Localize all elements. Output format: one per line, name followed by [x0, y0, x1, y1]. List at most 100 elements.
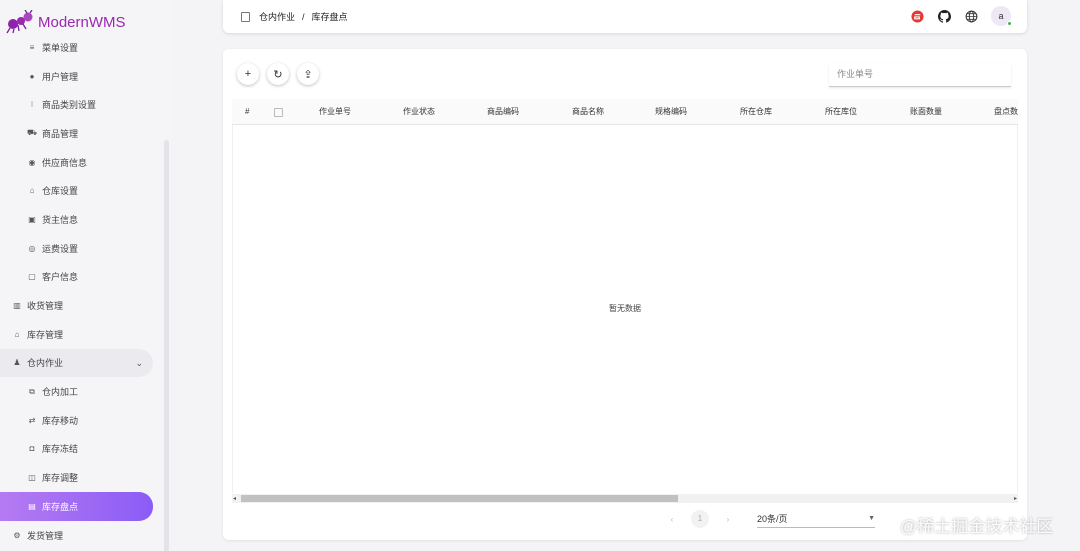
supplier-icon: ◉	[28, 157, 36, 167]
sidebar: ModernWMS ≡ 菜单设置 ● 用户管理 ⁝ 商品类别设置 ⛟ 商品管理 ◉ 供应商信息 ⌂ 仓…	[0, 0, 170, 551]
column-header-2[interactable]: 作业单号	[319, 99, 351, 124]
github-icon[interactable]	[937, 9, 951, 23]
sidebar-item-label: 库存调整	[42, 473, 79, 484]
gitee-icon[interactable]	[910, 9, 924, 23]
sidebar-menu: ≡ 菜单设置 ● 用户管理 ⁝ 商品类别设置 ⛟ 商品管理 ◉ 供应商信息 ⌂ 仓库设置 ▣ 货主信息 ◎ 运…	[0, 33, 160, 549]
online-status-dot	[1007, 21, 1012, 26]
sidebar-item-label: 商品管理	[42, 128, 79, 139]
sidebar-item-17[interactable]: ⚙ 发货管理	[0, 521, 160, 550]
sidebar-item-label: 仓内作业	[27, 358, 64, 369]
sidebar-item-label: 库存移动	[42, 415, 79, 426]
sidebar-item-10[interactable]: ⌂ 库存管理	[0, 320, 160, 349]
page-size-value: 20条/页	[757, 514, 788, 524]
app-logo[interactable]: ModernWMS	[6, 8, 126, 36]
globe-icon[interactable]	[964, 9, 978, 23]
processing-icon: ⧉	[29, 386, 35, 396]
main-card: + ↻ ⇪ 作业单号 # 作业单号 作业状态 商品编码 商品名称 规格编码 所在仓库 所在库位…	[223, 49, 1027, 540]
sidebar-item-11[interactable]: ♟ 仓内作业 ⌄	[0, 348, 153, 378]
export-button[interactable]: ⇪	[297, 63, 319, 85]
customer-icon: ▢	[28, 272, 36, 282]
sidebar-item-label: 用户管理	[42, 71, 79, 82]
next-page-button[interactable]: ›	[719, 515, 737, 524]
sidebar-item-label: 运费设置	[42, 243, 79, 254]
sidebar-item-16[interactable]: ▤ 库存盘点	[0, 492, 153, 521]
scrollbar-thumb[interactable]	[241, 495, 678, 502]
sidebar-item-5[interactable]: ⌂ 仓库设置	[0, 176, 160, 205]
freight-icon: ◎	[28, 243, 36, 253]
sidebar-item-4[interactable]: ◉ 供应商信息	[0, 148, 160, 177]
sidebar-item-7[interactable]: ◎ 运费设置	[0, 234, 160, 263]
prev-page-button[interactable]: ‹	[663, 515, 681, 524]
sidebar-item-1[interactable]: ● 用户管理	[0, 62, 160, 91]
select-all-checkbox[interactable]	[274, 108, 283, 117]
header-actions: a	[897, 6, 1012, 26]
cart-icon: ⛟	[26, 128, 38, 138]
owner-icon: ▣	[28, 214, 36, 224]
sidebar-item-label: 库存管理	[27, 329, 64, 340]
sidebar-item-label: 收货管理	[27, 301, 64, 312]
sidebar-item-6[interactable]: ▣ 货主信息	[0, 205, 160, 234]
warehouse-icon: ⌂	[29, 186, 35, 196]
table-body: 暂无数据	[232, 125, 1018, 493]
search-input[interactable]: 作业单号	[829, 64, 1011, 87]
breadcrumb: 仓内作业 / 库存盘点	[241, 10, 348, 23]
sidebar-item-label: 客户信息	[42, 272, 79, 283]
sidebar-item-3[interactable]: ⛟ 商品管理	[0, 119, 160, 148]
stocktake-icon: ▤	[28, 501, 36, 511]
column-header-5[interactable]: 商品名称	[572, 99, 604, 124]
column-header-4[interactable]: 商品编码	[487, 99, 519, 124]
page-number-1[interactable]: 1	[691, 510, 709, 528]
breadcrumb-item-parent[interactable]: 仓内作业	[259, 10, 295, 23]
breadcrumb-item-current: 库存盘点	[311, 12, 348, 22]
sidebar-item-12[interactable]: ⧉ 仓内加工	[0, 377, 160, 406]
sidebar-item-0[interactable]: ≡ 菜单设置	[0, 33, 160, 62]
sidebar-item-label: 供应商信息	[42, 157, 88, 168]
sidebar-item-label: 发货管理	[27, 530, 64, 541]
pagination: ‹ 1 › 20条/页 ▼	[663, 509, 875, 529]
column-header-7[interactable]: 所在仓库	[740, 99, 772, 124]
breadcrumb-separator: /	[302, 11, 305, 22]
column-header-9[interactable]: 账面数量	[910, 99, 942, 124]
table-header: # 作业单号 作业状态 商品编码 商品名称 规格编码 所在仓库 所在库位 账面数量 盘点数量	[232, 99, 1018, 125]
scroll-left-arrow-icon[interactable]: ◂	[233, 495, 236, 502]
category-icon: ⁝	[30, 100, 34, 110]
inventory-icon: ⌂	[14, 329, 20, 339]
sidebar-item-13[interactable]: ⇄ 库存移动	[0, 406, 160, 435]
sidebar-scrollbar[interactable]	[164, 140, 169, 551]
page-size-select[interactable]: 20条/页 ▼	[757, 510, 875, 528]
ant-logo-icon	[6, 10, 33, 34]
sidebar-item-label: 库存盘点	[42, 501, 79, 512]
avatar-letter: a	[998, 11, 1004, 21]
column-header-3[interactable]: 作业状态	[403, 99, 435, 124]
sidebar-item-9[interactable]: ▥ 收货管理	[0, 291, 160, 320]
adjust-icon: ◫	[28, 473, 36, 483]
worker-icon: ♟	[13, 358, 21, 368]
watermark: @稀土掘金技术社区	[900, 517, 1054, 536]
caret-down-icon: ▼	[868, 515, 875, 522]
sidebar-item-8[interactable]: ▢ 客户信息	[0, 263, 160, 292]
refresh-button[interactable]: ↻	[267, 63, 289, 85]
move-icon: ⇄	[28, 415, 36, 425]
app-title: ModernWMS	[38, 13, 126, 31]
user-avatar[interactable]: a	[991, 6, 1012, 26]
sidebar-item-15[interactable]: ◫ 库存调整	[0, 463, 160, 492]
top-header: 仓内作业 / 库存盘点 a	[223, 0, 1027, 33]
sidebar-item-14[interactable]: ◘ 库存冻结	[0, 435, 160, 464]
column-header-10[interactable]: 盘点数量	[994, 99, 1018, 124]
add-button[interactable]: +	[237, 63, 259, 85]
column-header-6[interactable]: 规格编码	[655, 99, 687, 124]
table-horizontal-scrollbar[interactable]: ◂ ▸	[232, 494, 1018, 503]
sidebar-item-label: 货主信息	[42, 214, 79, 225]
scroll-right-arrow-icon[interactable]: ▸	[1014, 495, 1017, 502]
sidebar-item-label: 仓内加工	[42, 387, 79, 398]
list-icon: ≡	[29, 42, 35, 52]
chevron-down-icon: ⌄	[135, 357, 143, 368]
sidebar-item-label: 商品类别设置	[42, 100, 97, 111]
column-header-0[interactable]: #	[245, 99, 249, 124]
lock-icon: ◘	[29, 444, 35, 454]
sidebar-item-label: 菜单设置	[42, 42, 79, 53]
column-header-8[interactable]: 所在库位	[825, 99, 857, 124]
receiving-icon: ▥	[13, 301, 21, 311]
sidebar-item-2[interactable]: ⁝ 商品类别设置	[0, 90, 160, 119]
shipping-icon: ⚙	[13, 530, 21, 540]
